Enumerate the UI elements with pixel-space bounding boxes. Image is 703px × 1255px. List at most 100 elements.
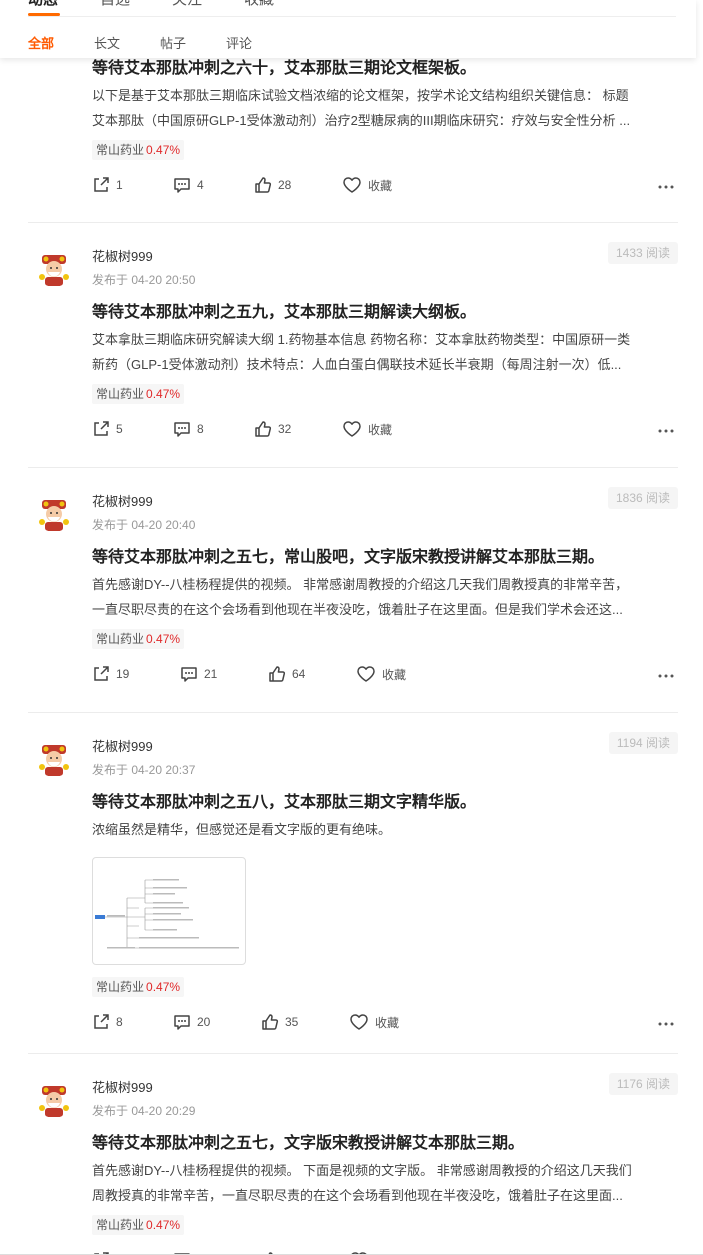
sub-tabs: 全部 长文 帖子 评论 (28, 36, 292, 52)
stock-tag[interactable]: 常山药业 0.47% (92, 384, 185, 404)
post-title[interactable]: 等待艾本那肽冲刺之五七，文字版宋教授讲解艾本那肽三期。 (92, 1134, 524, 1154)
comment-button[interactable]: 21 (180, 664, 217, 684)
share-icon (92, 420, 110, 438)
subtab-all[interactable]: 全部 (28, 36, 54, 52)
favorite-label: 收藏 (375, 1015, 400, 1030)
share-count: 5 (116, 422, 123, 436)
stock-change: 0.47% (146, 387, 181, 401)
post-excerpt[interactable]: 以下是基于艾本那肽三期临床试验文档浓缩的论文框架，按学术论文结构组织关键信息： … (92, 83, 678, 133)
read-count-badge: 1176 阅读 (608, 1073, 678, 1095)
subtab-long-articles[interactable]: 长文 (94, 36, 120, 52)
share-icon (92, 665, 110, 683)
share-count: 8 (116, 1015, 123, 1029)
more-options-button[interactable] (658, 1012, 674, 1032)
excerpt-line: 一直尽职尽责的在这个会场看到他现在半夜没吃，饿着肚子在这里面。但是我们学术会还这… (92, 602, 623, 617)
post-excerpt[interactable]: 浓缩虽然是精华，但感觉还是看文字版的更有绝味。 (92, 817, 678, 842)
excerpt-line: 首先感谢DY--八桂杨程提供的视频。 非常感谢周教授的介绍这几天我们周教授真的非… (92, 577, 629, 592)
heart-icon (349, 1013, 369, 1031)
like-count: 64 (292, 667, 306, 681)
post-title[interactable]: 等待艾本那肽冲刺之六十，艾本那肽三期论文框架板。 (92, 59, 476, 79)
tab-favorites[interactable]: 收藏 (244, 0, 274, 9)
post-excerpt[interactable]: 首先感谢DY--八桂杨程提供的视频。 非常感谢周教授的介绍这几天我们周教授真的非… (92, 572, 678, 622)
author-name[interactable]: 花椒树999 (92, 494, 153, 510)
like-button[interactable]: 35 (261, 1012, 298, 1032)
stock-name: 常山药业 (96, 143, 145, 157)
share-button[interactable]: 1 (92, 175, 123, 195)
post-title[interactable]: 等待艾本那肽冲刺之五八，艾本那肽三期文字精华版。 (92, 793, 476, 813)
tab-watchlist[interactable]: 自选 (100, 0, 130, 9)
post-time: 发布于 04-20 20:37 (92, 763, 196, 777)
post-card[interactable]: 花椒树999 发布于 04-20 20:40 1836 阅读 等待艾本那肽冲刺之五七，… (28, 468, 678, 713)
share-icon (92, 176, 110, 194)
post-time: 发布于 04-20 20:50 (92, 273, 196, 287)
like-button[interactable]: 64 (268, 664, 305, 684)
excerpt-line: 新药（GLP-1受体激动剂）技术特点：人血白蛋白偶联技术延长半衰期（每周注射一次… (92, 357, 622, 372)
more-dots-icon (658, 422, 674, 436)
share-button[interactable]: 19 (92, 664, 129, 684)
excerpt-line: 艾本拿肽三期临床研究解读大纲 1.药物基本信息 药物名称：艾本拿肽药物类型：中国… (92, 332, 631, 347)
thumbs-up-icon (261, 1013, 279, 1031)
comment-icon (173, 420, 191, 438)
share-count: 1 (116, 178, 123, 192)
tab-following[interactable]: 关注 (172, 0, 202, 9)
share-icon (92, 1013, 110, 1031)
stock-tag[interactable]: 常山药业 0.47% (92, 1215, 185, 1235)
more-options-button[interactable] (658, 419, 674, 439)
post-excerpt[interactable]: 艾本拿肽三期临床研究解读大纲 1.药物基本信息 药物名称：艾本拿肽药物类型：中国… (92, 327, 678, 377)
comment-button[interactable]: 4 (173, 175, 204, 195)
post-card[interactable]: 花椒树999 发布于 04-20 20:29 1176 阅读等待艾本那肽冲刺之五七，… (28, 1054, 678, 1255)
author-name[interactable]: 花椒树999 (92, 739, 153, 755)
more-options-button[interactable] (658, 175, 674, 195)
author-name[interactable]: 花椒树999 (92, 249, 153, 265)
author-avatar[interactable] (36, 741, 72, 777)
subtab-comments[interactable]: 评论 (226, 36, 252, 52)
share-button[interactable]: 5 (92, 419, 123, 439)
heart-icon (342, 420, 362, 438)
author-name[interactable]: 花椒树999 (92, 1080, 153, 1096)
stock-change: 0.47% (146, 143, 181, 157)
stock-change: 0.47% (146, 1218, 181, 1232)
comment-count: 20 (197, 1015, 211, 1029)
heart-icon (342, 176, 362, 194)
author-avatar[interactable] (36, 1082, 72, 1118)
favorite-button[interactable]: 收藏 (342, 419, 392, 439)
favorite-button[interactable]: 收藏 (356, 664, 406, 684)
stock-change: 0.47% (146, 632, 181, 646)
subtab-posts[interactable]: 帖子 (160, 36, 186, 52)
stock-tag[interactable]: 常山药业 0.47% (92, 977, 185, 997)
comment-count: 21 (204, 667, 218, 681)
thumbs-up-icon (254, 176, 272, 194)
tab-dynamic[interactable]: 动态 (28, 0, 58, 9)
post-time: 发布于 04-20 20:29 (92, 1104, 196, 1118)
stock-name: 常山药业 (96, 1218, 145, 1232)
stock-name: 常山药业 (96, 980, 145, 994)
author-avatar[interactable] (36, 251, 72, 287)
post-actions: 1 4 28 收藏 (92, 175, 678, 195)
comment-icon (173, 1013, 191, 1031)
post-card[interactable]: 花椒树999 发布于 04-20 20:37 1194 阅读 等待艾本那肽冲刺之五八，… (28, 713, 678, 1054)
nav-divider (28, 16, 676, 17)
post-title[interactable]: 等待艾本那肽冲刺之五九，艾本那肽三期解读大纲板。 (92, 303, 476, 323)
post-actions: 5 8 32 收藏 (92, 419, 678, 439)
stock-tag[interactable]: 常山药业 0.47% (92, 140, 185, 160)
author-avatar[interactable] (36, 496, 72, 532)
more-options-button[interactable] (658, 664, 674, 684)
share-button[interactable]: 8 (92, 1012, 123, 1032)
post-title[interactable]: 等待艾本那肽冲刺之五七，常山股吧，文字版宋教授讲解艾本那肽三期。 (92, 548, 604, 568)
stock-tag[interactable]: 常山药业 0.47% (92, 629, 185, 649)
excerpt-line: 艾本那肽（中国原研GLP-1受体激动剂）治疗2型糖尿病的III期临床研究：疗效与… (92, 113, 631, 128)
like-button[interactable]: 28 (254, 175, 291, 195)
mindmap-thumbnail-image[interactable] (92, 857, 246, 965)
like-count: 35 (285, 1015, 299, 1029)
comment-button[interactable]: 20 (173, 1012, 210, 1032)
excerpt-line: 以下是基于艾本那肽三期临床试验文档浓缩的论文框架，按学术论文结构组织关键信息： … (92, 88, 629, 103)
like-button[interactable]: 32 (254, 419, 291, 439)
thumbs-up-icon (268, 665, 286, 683)
favorite-button[interactable]: 收藏 (342, 175, 392, 195)
heart-icon (356, 665, 376, 683)
comment-button[interactable]: 8 (173, 419, 204, 439)
post-card[interactable]: 花椒树999 发布于 04-20 20:50 1433 阅读 等待艾本那肽冲刺之五九，… (28, 223, 678, 468)
favorite-button[interactable]: 收藏 (349, 1012, 399, 1032)
post-excerpt[interactable]: 首先感谢DY--八桂杨程提供的视频。 下面是视频的文字版。 非常感谢周教授的介绍… (92, 1158, 678, 1208)
share-count: 19 (116, 667, 130, 681)
